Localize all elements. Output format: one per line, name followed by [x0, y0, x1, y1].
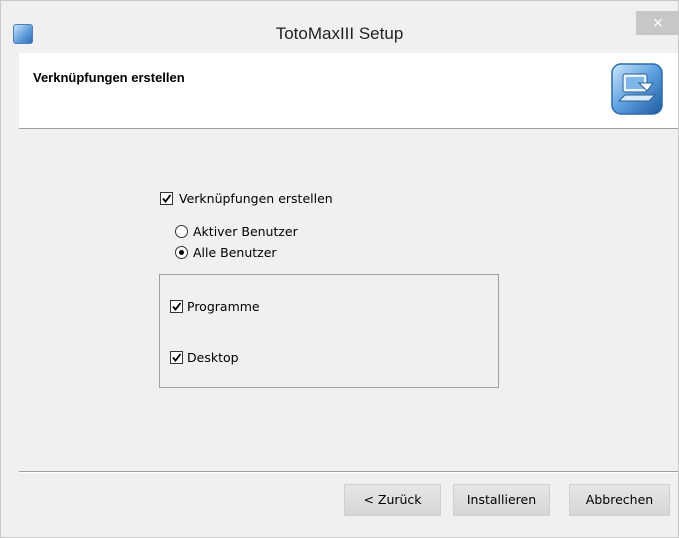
- title-bar: TotoMaxIII Setup ×: [1, 1, 679, 51]
- current-user-label[interactable]: Aktiver Benutzer: [193, 224, 298, 239]
- all-users-label[interactable]: Alle Benutzer: [193, 245, 277, 260]
- setup-window: TotoMaxIII Setup × Verknüpfungen erstell…: [0, 0, 679, 538]
- shortcut-locations-group: Programme Desktop: [159, 274, 499, 388]
- content-area: Verknüpfungen erstellen Aktiver Benutzer…: [19, 129, 678, 471]
- page-header: Verknüpfungen erstellen: [19, 53, 678, 129]
- all-users-radio[interactable]: [175, 246, 188, 259]
- radio-selected-dot: [179, 250, 184, 255]
- programs-checkbox[interactable]: [170, 300, 183, 313]
- create-shortcuts-label[interactable]: Verknüpfungen erstellen: [179, 191, 333, 206]
- create-shortcuts-checkbox[interactable]: [160, 192, 173, 205]
- install-button[interactable]: Installieren: [453, 484, 550, 516]
- footer-divider: [19, 471, 678, 473]
- programs-label[interactable]: Programme: [187, 299, 260, 314]
- page-title: Verknüpfungen erstellen: [33, 70, 185, 85]
- window-title: TotoMaxIII Setup: [275, 24, 404, 43]
- close-button[interactable]: ×: [636, 11, 679, 35]
- desktop-label[interactable]: Desktop: [187, 350, 239, 365]
- cancel-button[interactable]: Abbrechen: [569, 484, 670, 516]
- desktop-checkbox[interactable]: [170, 351, 183, 364]
- back-button[interactable]: < Zurück: [344, 484, 441, 516]
- current-user-radio[interactable]: [175, 225, 188, 238]
- setup-computer-icon: [609, 61, 665, 117]
